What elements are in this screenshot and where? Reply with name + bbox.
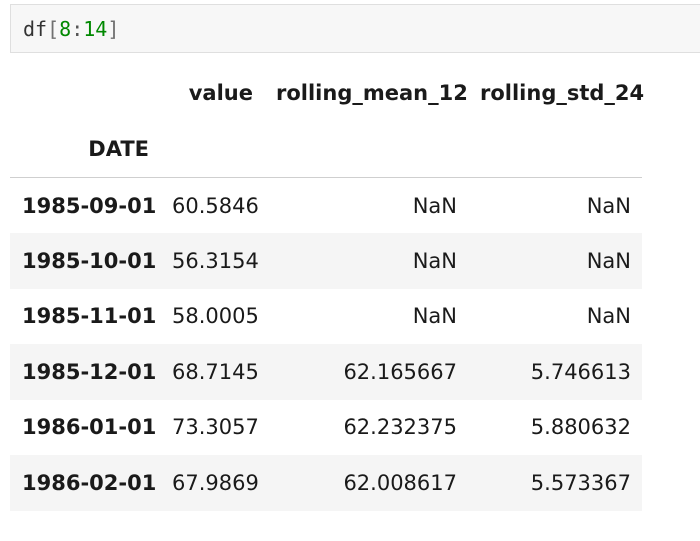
index-header-row: DATE <box>10 121 642 178</box>
cell-value: 56.3154 <box>172 248 259 273</box>
column-header-row: value rolling_mean_12 rolling_std_24 <box>10 65 645 121</box>
table-row: 1986-01-01 73.3057 62.232375 5.880632 <box>10 400 642 456</box>
code-variable: df <box>23 16 48 41</box>
table-row: 1986-02-01 67.9869 62.008617 5.573367 <box>10 455 642 511</box>
row-index: 1985-11-01 <box>22 304 157 329</box>
cell-value: 73.3057 <box>172 415 259 440</box>
cell-rolling-std: 5.573367 <box>530 470 631 495</box>
code-slice-start: 8 <box>59 16 72 41</box>
row-index: 1986-02-01 <box>22 470 157 495</box>
row-index: 1986-01-01 <box>22 415 157 440</box>
code-colon: : <box>71 16 84 41</box>
table-row: 1985-12-01 68.7145 62.165667 5.746613 <box>10 344 642 400</box>
cell-value: 67.9869 <box>172 470 259 495</box>
column-header-rolling-std: rolling_std_24 <box>480 81 645 105</box>
code-slice-stop: 14 <box>83 16 108 41</box>
cell-rolling-mean: NaN <box>412 248 457 273</box>
cell-rolling-mean: 62.008617 <box>343 470 457 495</box>
cell-output: value rolling_mean_12 rolling_std_24 DAT… <box>10 65 645 511</box>
table-row: 1985-11-01 58.0005 NaN NaN <box>10 289 642 345</box>
cell-rolling-std: NaN <box>586 248 631 273</box>
column-header-rolling-mean: rolling_mean_12 <box>276 81 468 105</box>
cell-value: 58.0005 <box>172 304 259 329</box>
cell-value: 60.5846 <box>172 193 259 218</box>
index-name: DATE <box>10 121 160 178</box>
code-close-bracket: ] <box>107 16 120 41</box>
cell-rolling-std: NaN <box>586 304 631 329</box>
corner-cell <box>10 65 160 121</box>
table-row: 1985-10-01 56.3154 NaN NaN <box>10 233 642 289</box>
dataframe-table: value rolling_mean_12 rolling_std_24 DAT… <box>10 65 645 511</box>
row-index: 1985-10-01 <box>22 248 157 273</box>
cell-value: 68.7145 <box>172 359 259 384</box>
cell-rolling-mean: NaN <box>412 193 457 218</box>
cell-rolling-mean: NaN <box>412 304 457 329</box>
row-index: 1985-12-01 <box>22 359 157 384</box>
row-index: 1985-09-01 <box>22 193 157 218</box>
cell-rolling-std: 5.880632 <box>530 415 631 440</box>
column-header-value: value <box>188 81 253 105</box>
cell-rolling-mean: 62.165667 <box>343 359 457 384</box>
cell-rolling-std: NaN <box>586 193 631 218</box>
cell-rolling-mean: 62.232375 <box>343 415 457 440</box>
code-input-cell[interactable]: df[8:14] <box>10 4 700 53</box>
table-row: 1985-09-01 60.5846 NaN NaN <box>10 178 642 234</box>
code-open-bracket: [ <box>47 16 60 41</box>
cell-rolling-std: 5.746613 <box>530 359 631 384</box>
